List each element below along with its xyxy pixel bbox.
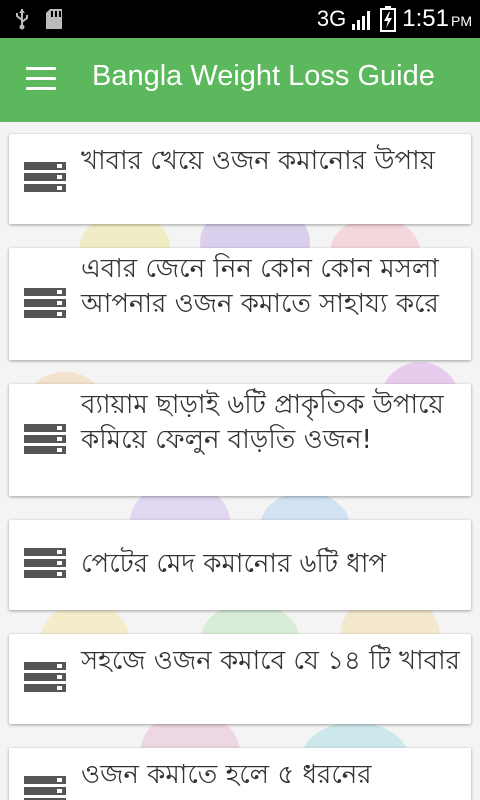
sd-card-icon <box>46 9 62 29</box>
menu-icon[interactable] <box>26 67 56 91</box>
usb-icon <box>16 9 28 30</box>
article-card[interactable]: ব্যায়াম ছাড়াই ৬টি প্রাকৃতিক উপায়ে কমি… <box>9 384 471 496</box>
article-title: এবার জেনে নিন কোন কোন মসলা আপনার ওজন কমা… <box>81 254 439 319</box>
list-icon <box>24 162 66 196</box>
list-icon <box>24 288 66 322</box>
article-title: ব্যায়াম ছাড়াই ৬টি প্রাকৃতিক উপায়ে কমি… <box>81 390 444 455</box>
clock-ampm: PM <box>451 13 472 29</box>
article-card[interactable]: পেটের মেদ কমানোর ৬টি ধাপ <box>9 520 471 610</box>
battery-icon <box>380 6 397 32</box>
article-title: সহজে ওজন কমাবে যে ১৪ টি খাবার <box>81 646 460 676</box>
article-card[interactable]: খাবার খেয়ে ওজন কমানোর উপায় <box>9 134 471 224</box>
clock: 1:51 PM <box>402 5 472 33</box>
status-bar: 3G 1:51 PM <box>0 0 480 38</box>
list-icon <box>24 662 66 696</box>
article-title: খাবার খেয়ে ওজন কমানোর উপায় <box>81 146 436 176</box>
signal-icon <box>352 11 371 30</box>
article-card[interactable]: ওজন কমাতে হলে ৫ ধরনের <box>9 748 471 800</box>
article-title: পেটের মেদ কমানোর ৬টি ধাপ <box>81 549 387 579</box>
list-icon <box>24 424 66 458</box>
list-icon <box>24 548 66 582</box>
list-icon <box>24 776 66 800</box>
app-title: Bangla Weight Loss Guide <box>92 60 435 92</box>
article-list[interactable]: খাবার খেয়ে ওজন কমানোর উপায় এবার জেনে ন… <box>0 122 480 800</box>
article-title: ওজন কমাতে হলে ৫ ধরনের <box>81 760 372 790</box>
app-bar: Bangla Weight Loss Guide <box>0 38 480 122</box>
clock-time: 1:51 <box>402 5 449 32</box>
network-type: 3G <box>316 6 347 31</box>
article-card[interactable]: এবার জেনে নিন কোন কোন মসলা আপনার ওজন কমা… <box>9 248 471 360</box>
article-card[interactable]: সহজে ওজন কমাবে যে ১৪ টি খাবার <box>9 634 471 724</box>
